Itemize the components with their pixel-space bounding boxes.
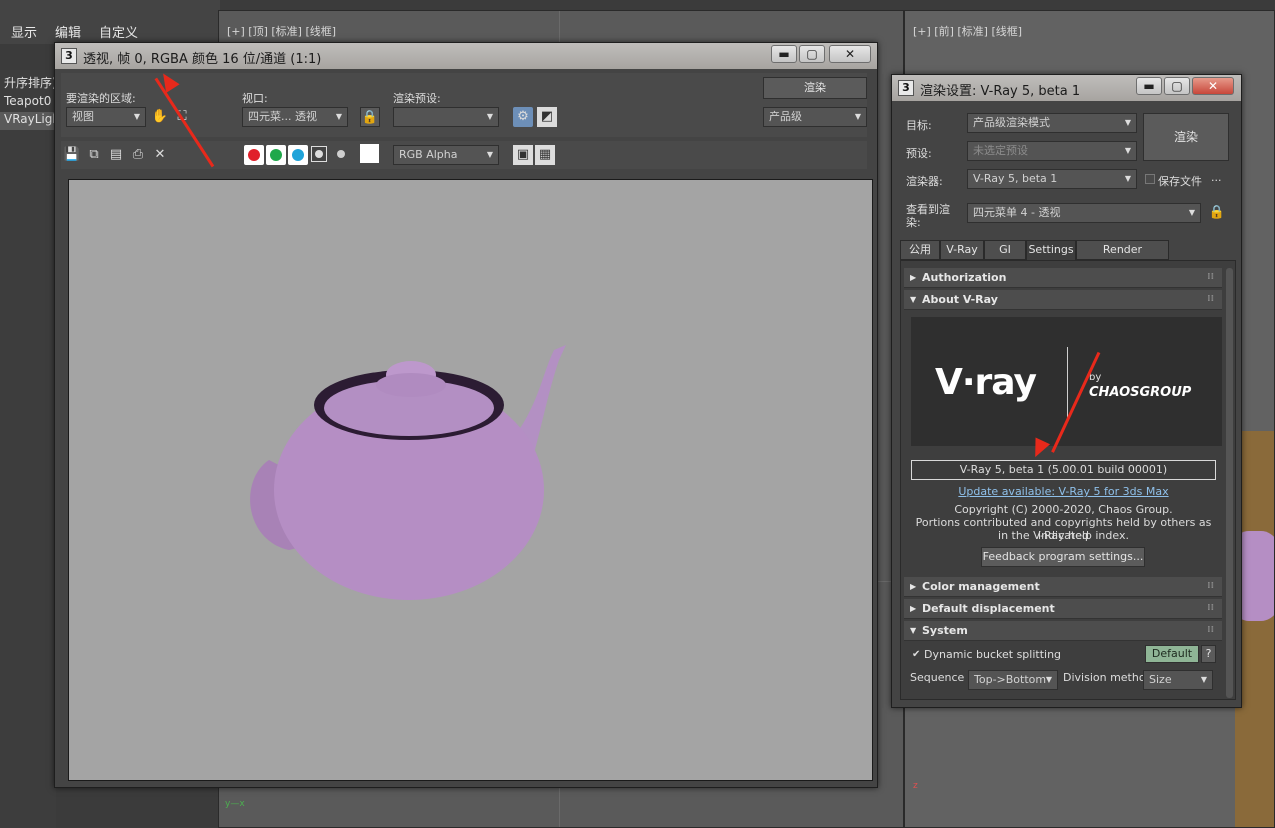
division-method-label: Division method bbox=[1063, 671, 1153, 684]
feedback-settings-button[interactable]: Feedback program settings... bbox=[981, 547, 1145, 567]
render-output-area bbox=[68, 179, 873, 781]
axis-gizmo-front: z bbox=[913, 781, 918, 791]
toggle-ui-icon[interactable]: ▦ bbox=[535, 145, 555, 165]
viewport-front-label[interactable]: [+] [前] [标准] [线框] bbox=[913, 23, 1022, 39]
green-channel-icon bbox=[270, 149, 282, 161]
sequence-label: Sequence bbox=[910, 671, 965, 684]
rollout-color-management[interactable]: ▶ Color management ⁞⁞ bbox=[904, 577, 1222, 597]
division-method-dropdown[interactable]: Size ▼ bbox=[1143, 670, 1213, 690]
chaosgroup-logo: CHAOSGROUP bbox=[1089, 385, 1192, 400]
clone-window-icon[interactable]: ▤ bbox=[106, 145, 126, 165]
render-frame-render-button[interactable]: 渲染 bbox=[763, 77, 867, 99]
tab-render-elements[interactable]: Render Elements bbox=[1076, 240, 1169, 274]
settings-scrollbar[interactable] bbox=[1226, 268, 1233, 698]
main-menubar: 显示 编辑 自定义 bbox=[0, 0, 220, 44]
axis-gizmo-top: y—x bbox=[225, 799, 245, 809]
environment-icon[interactable]: ◩ bbox=[537, 107, 557, 127]
viewport-top-label[interactable]: [+] [顶] [标准] [线框] bbox=[227, 23, 336, 39]
tab-common[interactable]: 公用 bbox=[900, 240, 940, 260]
scene-sort-header[interactable]: 升序排序) bbox=[0, 74, 56, 92]
minimize-button[interactable]: ▬ bbox=[1136, 77, 1162, 95]
3dsmax-icon: 3 bbox=[61, 48, 77, 64]
renderer-label: 渲染器: bbox=[906, 175, 943, 188]
rendered-teapot bbox=[250, 345, 566, 600]
logo-divider bbox=[1067, 347, 1068, 422]
red-channel-icon bbox=[248, 149, 260, 161]
scene-explorer: 升序排序) Teapot0 VRayLigh bbox=[0, 70, 56, 828]
save-file-checkbox[interactable] bbox=[1145, 174, 1155, 184]
print-icon[interactable]: ⎙ bbox=[128, 145, 148, 165]
area-to-render-dropdown[interactable]: 视图 ▼ bbox=[66, 107, 146, 127]
dynamic-bucket-checkbox[interactable]: ✔ bbox=[912, 649, 920, 660]
blue-channel-toggle[interactable] bbox=[288, 145, 308, 165]
default-button[interactable]: Default bbox=[1145, 645, 1199, 663]
vray-banner: V·ray by CHAOSGROUP bbox=[911, 317, 1222, 446]
render-frame-title: 透视, 帧 0, RGBA 颜色 16 位/通道 (1:1) bbox=[83, 52, 322, 67]
render-button[interactable]: 渲染 bbox=[1143, 113, 1229, 161]
preset-dropdown[interactable]: 未选定预设 ▼ bbox=[967, 141, 1137, 161]
view-to-render-dropdown[interactable]: 四元菜单 4 - 透视 ▼ bbox=[967, 203, 1201, 223]
mono-icon[interactable] bbox=[337, 150, 345, 158]
target-label: 目标: bbox=[906, 119, 932, 132]
sequence-dropdown[interactable]: Top->Bottom ▼ bbox=[968, 670, 1058, 690]
help-button[interactable]: ? bbox=[1201, 645, 1216, 663]
menu-display[interactable]: 显示 bbox=[11, 22, 37, 41]
close-button[interactable]: ✕ bbox=[1192, 77, 1234, 95]
quality-dropdown[interactable]: 产品级 ▼ bbox=[763, 107, 867, 127]
preset-label: 预设: bbox=[906, 147, 932, 160]
lock-icon[interactable]: 🔒 bbox=[360, 107, 380, 127]
tab-vray[interactable]: V-Ray bbox=[940, 240, 984, 260]
rollout-about-vray[interactable]: ▼ About V-Ray ⁞⁞ bbox=[904, 290, 1222, 310]
color-swatch[interactable] bbox=[360, 144, 379, 163]
menu-customize[interactable]: 自定义 bbox=[99, 22, 138, 41]
channel-dropdown[interactable]: RGB Alpha ▼ bbox=[393, 145, 499, 165]
copyright-line-1: Copyright (C) 2000-2020, Chaos Group. bbox=[954, 503, 1173, 516]
maximize-button[interactable]: ▢ bbox=[1164, 77, 1190, 95]
clear-icon[interactable]: ✕ bbox=[150, 145, 170, 165]
pan-hand-icon[interactable]: ✋ bbox=[150, 107, 170, 127]
copy-image-icon[interactable]: ⧉ bbox=[84, 145, 104, 165]
menu-edit[interactable]: 编辑 bbox=[55, 22, 81, 41]
render-preset-label: 渲染预设: bbox=[393, 92, 441, 105]
alpha-channel-icon bbox=[315, 150, 323, 158]
viewport-dropdown[interactable]: 四元菜... 透视 ▼ bbox=[242, 107, 348, 127]
rollout-default-displacement[interactable]: ▶ Default displacement ⁞⁞ bbox=[904, 599, 1222, 619]
3dsmax-icon: 3 bbox=[898, 80, 914, 96]
area-to-render-label: 要渲染的区域: bbox=[66, 92, 136, 105]
close-button[interactable]: ✕ bbox=[829, 45, 871, 63]
update-link[interactable]: Update available: V-Ray 5 for 3ds Max bbox=[911, 485, 1216, 498]
version-box: V-Ray 5, beta 1 (5.00.01 build 00001) bbox=[911, 460, 1216, 480]
lock-icon[interactable]: 🔒 bbox=[1207, 203, 1227, 223]
render-frame-titlebar[interactable]: 3 透视, 帧 0, RGBA 颜色 16 位/通道 (1:1) ▬ ▢ ✕ bbox=[55, 43, 877, 69]
render-frame-toolbar-top bbox=[61, 73, 867, 137]
save-image-icon[interactable]: 💾 bbox=[62, 145, 82, 165]
renderer-dropdown[interactable]: V-Ray 5, beta 1 ▼ bbox=[967, 169, 1137, 189]
blue-channel-icon bbox=[292, 149, 304, 161]
tab-gi[interactable]: GI bbox=[984, 240, 1026, 260]
minimize-button[interactable]: ▬ bbox=[771, 45, 797, 63]
scene-item-teapot[interactable]: Teapot0 bbox=[0, 94, 56, 112]
dynamic-bucket-label: Dynamic bucket splitting bbox=[924, 648, 1062, 661]
render-preset-dropdown[interactable]: ▼ bbox=[393, 107, 499, 127]
render-settings-title: 渲染设置: V-Ray 5, beta 1 bbox=[920, 84, 1081, 99]
green-channel-toggle[interactable] bbox=[266, 145, 286, 165]
maximize-button[interactable]: ▢ bbox=[799, 45, 825, 63]
rollout-system[interactable]: ▼ System ⁞⁞ bbox=[904, 621, 1222, 641]
vray-logo: V·ray bbox=[935, 362, 1037, 403]
tab-settings[interactable]: Settings bbox=[1026, 240, 1076, 260]
render-settings-titlebar[interactable]: 3 渲染设置: V-Ray 5, beta 1 ▬ ▢ ✕ bbox=[892, 75, 1241, 101]
by-label: by bbox=[1089, 372, 1102, 383]
viewport-label: 视口: bbox=[242, 92, 268, 105]
target-dropdown[interactable]: 产品级渲染模式 ▼ bbox=[967, 113, 1137, 133]
copyright-line-3: in the V-Ray help index. bbox=[998, 529, 1129, 542]
rollout-authorization[interactable]: ▶ Authorization ⁞⁞ bbox=[904, 268, 1222, 288]
save-file-browse-button[interactable]: ... bbox=[1211, 171, 1222, 184]
display-overlay-icon[interactable]: ▣ bbox=[513, 145, 533, 165]
red-channel-toggle[interactable] bbox=[244, 145, 264, 165]
scene-item-vraylight[interactable]: VRayLigh bbox=[0, 112, 56, 130]
view-to-render-label-2: 染: bbox=[906, 216, 921, 229]
render-setup-icon[interactable]: ⚙ bbox=[513, 107, 533, 127]
save-file-label: 保存文件 bbox=[1158, 175, 1202, 188]
alpha-channel-toggle[interactable] bbox=[311, 146, 327, 162]
